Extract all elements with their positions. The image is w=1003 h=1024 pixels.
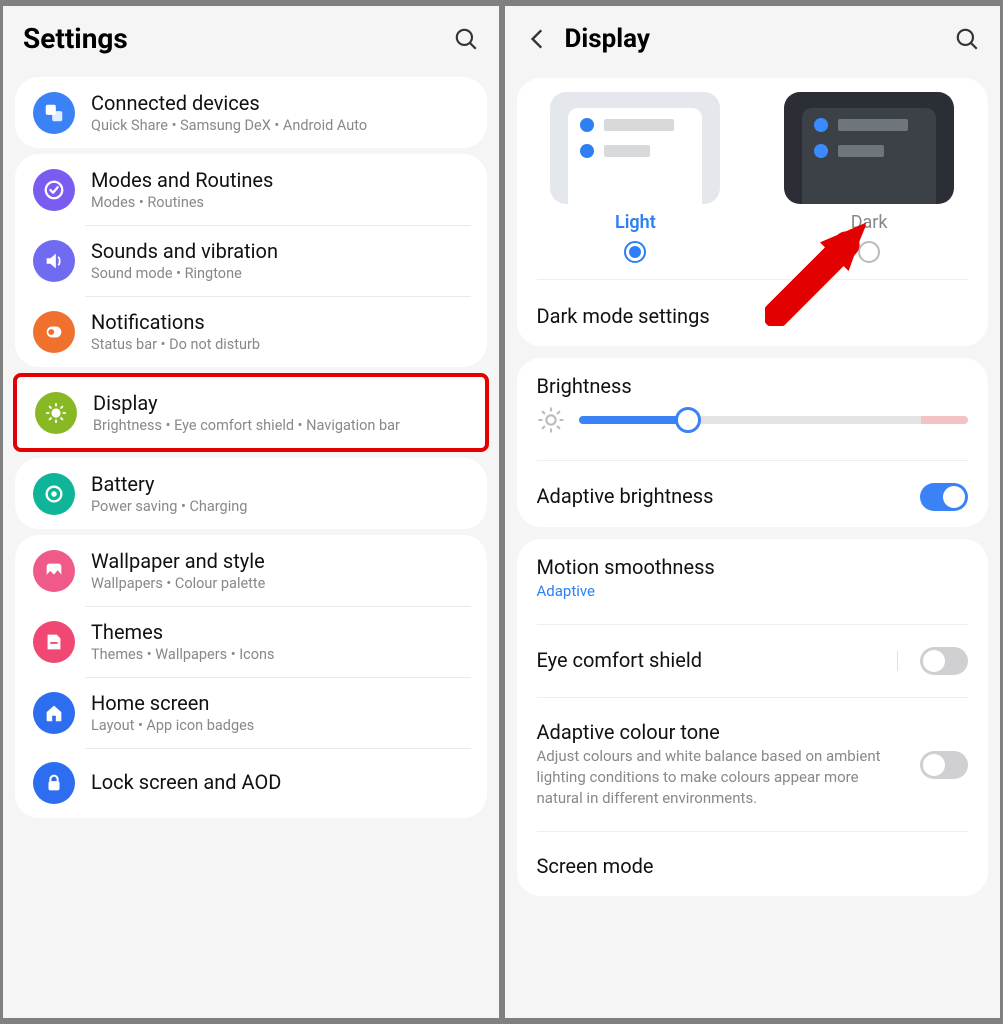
eye-comfort-label: Eye comfort shield [537, 648, 886, 672]
settings-row-title: Notifications [91, 310, 469, 334]
sound-icon [33, 240, 75, 282]
home-icon [33, 692, 75, 734]
settings-row-sub: Sound mode • Ringtone [91, 265, 469, 282]
back-icon[interactable] [525, 26, 551, 52]
theme-preview-dark [784, 92, 954, 204]
brightness-slider[interactable] [579, 407, 969, 433]
theme-radio-dark[interactable] [858, 241, 880, 263]
display-screen: Display Light [505, 6, 1001, 1018]
settings-row-title: Connected devices [91, 91, 469, 115]
motion-smoothness-value: Adaptive [537, 581, 969, 602]
search-icon[interactable] [954, 26, 980, 52]
connected-icon [33, 92, 75, 134]
theme-label-dark: Dark [851, 212, 888, 233]
settings-row-title: Lock screen and AOD [91, 770, 469, 794]
modes-icon [33, 169, 75, 211]
brightness-label: Brightness [517, 358, 989, 402]
display-title: Display [565, 24, 941, 54]
theme-card: Light Dark Dark mode settings [517, 78, 989, 346]
adaptive-brightness-label: Adaptive brightness [537, 484, 909, 508]
settings-row-title: Battery [91, 472, 469, 496]
wallpaper-icon [33, 550, 75, 592]
settings-row-sub: Layout • App icon badges [91, 717, 469, 734]
motion-smoothness-row[interactable]: Motion smoothness Adaptive [517, 539, 989, 618]
settings-row-sub: Brightness • Eye comfort shield • Naviga… [93, 417, 467, 434]
settings-row-sound[interactable]: Sounds and vibration Sound mode • Rington… [15, 225, 487, 296]
settings-row-title: Wallpaper and style [91, 549, 469, 573]
dark-mode-settings-row[interactable]: Dark mode settings [517, 286, 989, 346]
settings-row-wallpaper[interactable]: Wallpaper and style Wallpapers • Colour p… [15, 535, 487, 606]
settings-row-battery[interactable]: Battery Power saving • Charging [15, 458, 487, 529]
display-options-card: Motion smoothness Adaptive Eye comfort s… [517, 539, 989, 896]
adaptive-brightness-switch[interactable] [920, 483, 968, 511]
settings-row-display[interactable]: Display Brightness • Eye comfort shield •… [17, 377, 485, 448]
adaptive-colour-sub: Adjust colours and white balance based o… [537, 746, 909, 809]
settings-screen: Settings Connected devices Quick Share • … [3, 6, 499, 1018]
settings-row-notif[interactable]: Notifications Status bar • Do not disturb [15, 296, 487, 367]
adaptive-colour-row[interactable]: Adaptive colour tone Adjust colours and … [517, 704, 989, 825]
settings-row-title: Sounds and vibration [91, 239, 469, 263]
screen-mode-label: Screen mode [537, 854, 969, 878]
settings-row-sub: Status bar • Do not disturb [91, 336, 469, 353]
settings-header: Settings [3, 6, 499, 71]
settings-row-modes[interactable]: Modes and Routines Modes • Routines [15, 154, 487, 225]
settings-row-themes[interactable]: Themes Themes • Wallpapers • Icons [15, 606, 487, 677]
themes-icon [33, 621, 75, 663]
settings-row-home[interactable]: Home screen Layout • App icon badges [15, 677, 487, 748]
battery-icon [33, 473, 75, 515]
settings-row-title: Modes and Routines [91, 168, 469, 192]
lock-icon [33, 762, 75, 804]
theme-preview-light [550, 92, 720, 204]
motion-smoothness-label: Motion smoothness [537, 555, 969, 579]
search-icon[interactable] [453, 26, 479, 52]
settings-row-sub: Quick Share • Samsung DeX • Android Auto [91, 117, 469, 134]
settings-row-sub: Wallpapers • Colour palette [91, 575, 469, 592]
theme-option-light[interactable]: Light [550, 92, 720, 263]
settings-row-title: Home screen [91, 691, 469, 715]
settings-title: Settings [23, 22, 453, 55]
settings-row-sub: Power saving • Charging [91, 498, 469, 515]
theme-label-light: Light [615, 212, 656, 233]
display-header: Display [505, 6, 1001, 72]
brightness-icon [537, 406, 565, 434]
theme-radio-light[interactable] [624, 241, 646, 263]
settings-row-connected[interactable]: Connected devices Quick Share • Samsung D… [15, 77, 487, 148]
settings-row-title: Display [93, 391, 467, 415]
settings-row-sub: Modes • Routines [91, 194, 469, 211]
display-icon [35, 392, 77, 434]
adaptive-colour-label: Adaptive colour tone [537, 720, 909, 744]
settings-row-title: Themes [91, 620, 469, 644]
screen-mode-row[interactable]: Screen mode [517, 838, 989, 896]
settings-row-lock[interactable]: Lock screen and AOD [15, 748, 487, 818]
adaptive-brightness-row[interactable]: Adaptive brightness [517, 467, 989, 527]
settings-row-sub: Themes • Wallpapers • Icons [91, 646, 469, 663]
adaptive-colour-switch[interactable] [920, 751, 968, 779]
theme-option-dark[interactable]: Dark [784, 92, 954, 263]
notif-icon [33, 311, 75, 353]
brightness-card: Brightness Adaptive brightness [517, 358, 989, 527]
eye-comfort-switch[interactable] [920, 647, 968, 675]
eye-comfort-row[interactable]: Eye comfort shield [517, 631, 989, 691]
